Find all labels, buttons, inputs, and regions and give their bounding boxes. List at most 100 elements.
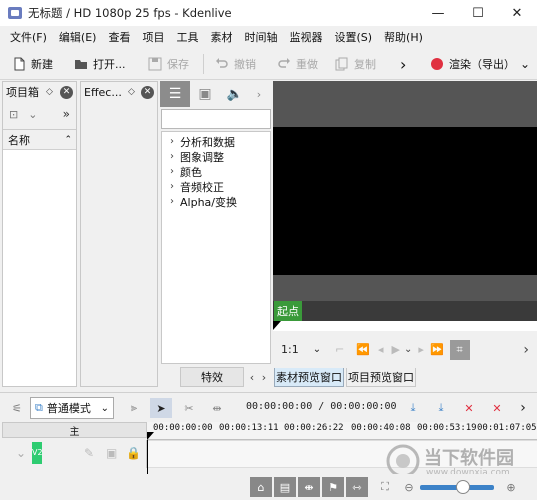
timeline-toolbar: ⚟ ⧉ 普通模式 ⌄ ⫸ ➤ ✂ ⇹ 00:00:00:00 / 00:00:0… [0, 392, 537, 422]
effect-category-item[interactable]: › 分析和数据 [162, 134, 270, 149]
collapse-track-icon[interactable]: ⌄ [16, 446, 26, 460]
hide-track-icon[interactable]: ✎ [84, 446, 94, 460]
step-back-icon[interactable]: ◂ [378, 343, 384, 356]
effect-search-input[interactable] [161, 109, 271, 129]
overwrite-icon[interactable]: ⤓ [430, 398, 452, 418]
spacer-tool-icon[interactable]: ⇹ [206, 398, 228, 418]
chevron-down-icon: ⌄ [100, 402, 109, 414]
rewind-icon[interactable]: ⏪ [356, 343, 370, 356]
render-button[interactable]: 渲染（导出） [430, 54, 515, 74]
play-icon[interactable]: ▶ [392, 343, 400, 356]
menu-view[interactable]: 查看 [102, 29, 136, 45]
ruler-tick-label: 00:00:53:19 [417, 423, 477, 433]
edit-mode-select[interactable]: ⧉ 普通模式 ⌄ [30, 397, 114, 419]
extract-icon[interactable]: ✕ [486, 398, 508, 418]
tab-scroll-right-icon[interactable]: › [258, 367, 270, 387]
zoom-dropdown-icon[interactable]: ⌄ [313, 344, 321, 355]
timeline-ruler[interactable]: 00:00:00:00 00:00:13:11 00:00:26:22 00:0… [147, 422, 537, 440]
add-clip-icon[interactable]: ⊡ [9, 108, 18, 121]
menu-settings[interactable]: 设置(S) [328, 29, 378, 45]
mute-track-icon[interactable]: ▣ [106, 446, 117, 460]
expand-icon[interactable]: » [63, 107, 70, 121]
audio-effects-icon[interactable]: 🔈 [220, 81, 250, 107]
split-audio-icon[interactable]: ▤ [274, 477, 296, 497]
redo-button[interactable]: 重做 [277, 54, 318, 74]
play-dropdown-icon[interactable]: ⌄ [404, 344, 412, 355]
forward-icon[interactable]: ⏩ [430, 343, 444, 356]
copy-button[interactable]: 复制 [335, 54, 376, 74]
close-panel-icon[interactable]: ✕ [140, 85, 154, 99]
menu-timeline[interactable]: 时间轴 [238, 29, 283, 45]
monitor-more-icon[interactable]: › [523, 342, 529, 358]
zoom-level[interactable]: 1:1 [281, 343, 299, 356]
effect-category-item[interactable]: › 图象调整 [162, 149, 270, 164]
zoom-out-icon[interactable]: ⊖ [398, 477, 420, 497]
select-tool-icon[interactable]: ➤ [150, 398, 172, 418]
menu-tool[interactable]: 工具 [170, 29, 204, 45]
tab-effects[interactable]: 特效 [180, 367, 244, 387]
track-height-icon[interactable]: ⌂ [250, 477, 272, 497]
zoom-slider[interactable] [420, 480, 494, 494]
tab-clip-monitor[interactable]: 素材预览窗口 [274, 367, 344, 387]
step-forward-icon[interactable]: ▸ [418, 343, 424, 356]
markers-icon[interactable]: ⚑ [322, 477, 344, 497]
menu-file[interactable]: 文件(F) [4, 29, 53, 45]
minimize-button[interactable]: — [418, 0, 458, 26]
menu-help[interactable]: 帮助(H) [378, 29, 429, 45]
copy-icon [335, 57, 349, 71]
effect-category-item[interactable]: › 颜色 [162, 164, 270, 179]
set-in-point-icon[interactable]: ⌐ [335, 343, 344, 356]
track-header: ⌄ V2 ✎ ▣ 🔒 [2, 440, 147, 468]
zoom-in-icon[interactable]: ⊕ [500, 477, 522, 497]
effect-category-item[interactable]: › 音频校正 [162, 179, 270, 194]
more-tools-button[interactable]: › [400, 54, 406, 74]
playhead[interactable] [147, 440, 148, 474]
maximize-button[interactable]: ☐ [458, 0, 498, 26]
tab-scroll-left-icon[interactable]: ‹ [246, 367, 258, 387]
ruler-tick-label: 00:01:07:05 [477, 423, 537, 433]
list-view-icon[interactable]: ☰ [160, 81, 190, 107]
timeline-more-icon[interactable]: › [512, 398, 534, 418]
video-effects-icon[interactable]: ▣ [190, 81, 220, 107]
undo-icon [215, 57, 229, 71]
audio-waveform-icon[interactable]: ⇼ [298, 477, 320, 497]
project-bin-title: 项目箱 [6, 86, 39, 99]
open-label: 打开... [93, 58, 126, 71]
menu-clip[interactable]: 素材 [204, 29, 238, 45]
insert-icon[interactable]: ⤓ [402, 398, 424, 418]
toolbar-dropdown-icon[interactable]: ⌄ [520, 54, 530, 74]
razor-tool-icon[interactable]: ✂ [178, 398, 200, 418]
snap-icon[interactable]: ⫸ [123, 398, 145, 418]
save-button[interactable]: 保存 [148, 54, 189, 74]
lock-track-icon[interactable]: 🔒 [126, 446, 141, 460]
zoom-slider-handle[interactable] [456, 480, 470, 494]
tab-project-monitor[interactable]: 项目预览窗口 [346, 367, 416, 387]
crop-icon[interactable]: ⌗ [449, 339, 470, 360]
menu-edit[interactable]: 编辑(E) [53, 29, 103, 45]
ruler-tick-label: 00:00:00:00 [153, 423, 213, 433]
float-panel-icon[interactable]: ◇ [128, 87, 135, 97]
effect-category-item[interactable]: › Alpha/变换 [162, 194, 270, 209]
close-panel-icon[interactable]: ✕ [59, 85, 73, 99]
undo-label: 撤销 [234, 58, 256, 71]
in-point-marker[interactable]: 起点 [274, 301, 302, 321]
timeline-settings-icon[interactable]: ⚟ [6, 398, 28, 418]
ruler-tick-label: 00:00:13:11 [219, 423, 279, 433]
undo-button[interactable]: 撤销 [215, 54, 256, 74]
add-clip-dropdown-icon[interactable]: ⌄ [28, 108, 37, 121]
name-column-header[interactable]: 名称 [8, 132, 30, 148]
effects-panel-title: Effec... [84, 85, 122, 99]
main-toolbar: 新建 打开... 保存 撤销 重做 复制 › 渲染（导出） ⌄ [0, 48, 537, 80]
float-panel-icon[interactable]: ◇ [46, 87, 53, 97]
zoom-fit-icon[interactable]: ⇿ [346, 477, 368, 497]
fit-zoom-icon[interactable]: ⛶ [374, 477, 396, 497]
lift-icon[interactable]: ✕ [458, 398, 480, 418]
new-button[interactable]: 新建 [12, 54, 53, 74]
open-button[interactable]: 打开... [74, 54, 126, 74]
close-window-button[interactable]: ✕ [497, 0, 537, 26]
monitor-ruler[interactable] [273, 321, 537, 331]
more-tabs-icon[interactable]: › [250, 81, 268, 107]
menu-monitor[interactable]: 监视器 [283, 29, 328, 45]
master-track-header[interactable]: 主 [2, 422, 147, 438]
menu-project[interactable]: 项目 [136, 29, 170, 45]
